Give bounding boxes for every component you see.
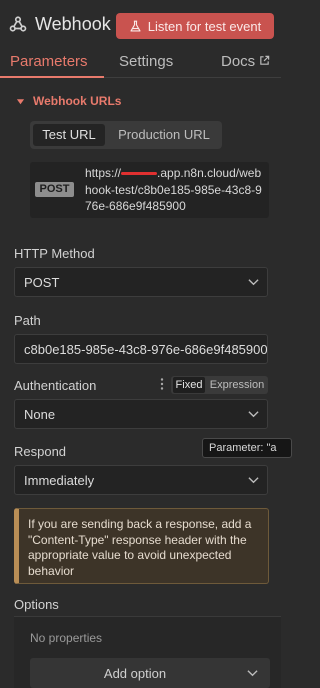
- webhook-urls-title: Webhook URLs: [33, 94, 122, 108]
- chevron-down-icon: [247, 670, 258, 677]
- listen-for-test-event-button[interactable]: Listen for test event: [116, 13, 274, 39]
- parameter-tooltip: Parameter: "a: [202, 438, 292, 458]
- test-url-option[interactable]: Test URL: [33, 124, 105, 146]
- authentication-select[interactable]: None: [14, 399, 268, 429]
- webhook-url[interactable]: https://.app.n8n.cloud/webhook-test/c8b0…: [85, 165, 267, 215]
- node-title: Webhook: [35, 14, 111, 34]
- webhook-urls-toggle[interactable]: Webhook URLs: [16, 94, 121, 108]
- add-option-button[interactable]: Add option: [30, 658, 270, 688]
- method-badge: POST: [35, 182, 74, 197]
- caret-down-icon: [16, 98, 25, 104]
- add-option-label: Add option: [103, 666, 167, 681]
- http-method-label: HTTP Method: [14, 246, 95, 261]
- content-type-notice: If you are sending back a response, add …: [14, 508, 269, 584]
- respond-label: Respond: [14, 444, 67, 459]
- expression-option[interactable]: Expression: [207, 377, 267, 393]
- path-label: Path: [14, 313, 41, 328]
- authentication-value: None: [24, 407, 56, 422]
- options-panel: No properties Add option: [14, 616, 281, 688]
- chevron-down-icon: [248, 477, 259, 484]
- http-method-select[interactable]: POST: [14, 267, 268, 297]
- tab-docs[interactable]: Docs: [221, 53, 270, 70]
- fixed-expression-toggle: Fixed Expression: [171, 376, 268, 394]
- active-tab-indicator: [0, 76, 104, 78]
- http-method-value: POST: [24, 275, 60, 290]
- node-header: Webhook Listen for test event: [0, 0, 281, 52]
- no-properties-text: No properties: [30, 631, 103, 645]
- listen-button-label: Listen for test event: [147, 18, 262, 34]
- webhook-url-box[interactable]: POST https://.app.n8n.cloud/webhook-test…: [30, 162, 269, 218]
- tab-settings[interactable]: Settings: [119, 53, 173, 70]
- webhook-icon: [9, 16, 27, 32]
- flask-icon: [130, 20, 141, 32]
- respond-select[interactable]: Immediately: [14, 465, 268, 495]
- chevron-down-icon: [248, 411, 259, 418]
- url-prefix: https://: [85, 166, 122, 180]
- url-type-toggle: Test URL Production URL: [30, 121, 222, 149]
- tab-parameters[interactable]: Parameters: [10, 53, 88, 70]
- production-url-option[interactable]: Production URL: [110, 124, 218, 146]
- notice-text: If you are sending back a response, add …: [28, 517, 252, 578]
- external-link-icon: [260, 55, 270, 65]
- path-input[interactable]: c8b0e185-985e-43c8-976e-686e9f485900: [14, 334, 268, 364]
- more-options-icon[interactable]: [158, 377, 166, 391]
- fixed-option[interactable]: Fixed: [173, 377, 205, 393]
- path-value: c8b0e185-985e-43c8-976e-686e9f485900: [24, 342, 268, 357]
- options-label: Options: [14, 597, 59, 612]
- tab-docs-label: Docs: [221, 53, 256, 70]
- respond-value: Immediately: [24, 473, 95, 488]
- authentication-label: Authentication: [14, 378, 97, 393]
- authentication-mode-controls: Fixed Expression: [158, 376, 268, 394]
- redaction-mark: [121, 172, 158, 176]
- node-tabs: Parameters Settings Docs: [0, 52, 281, 78]
- chevron-down-icon: [248, 279, 259, 286]
